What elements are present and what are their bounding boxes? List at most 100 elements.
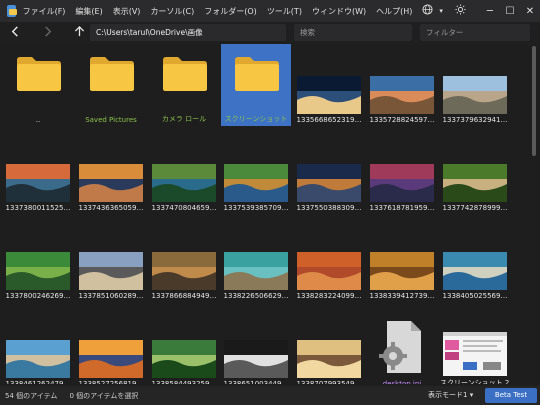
minimize-icon[interactable]: ─ <box>480 6 500 17</box>
image-thumbnail <box>370 76 434 114</box>
folder-icon <box>163 57 207 91</box>
item-label: 1337800246269… <box>5 292 71 300</box>
image-item[interactable]: 1338283224099… <box>294 220 364 302</box>
item-label: 1337436365059… <box>78 204 144 212</box>
status-bar: 54 個のアイテム 0 個のアイテムを選択 表示モード1 ▾ Beta Test <box>0 386 540 405</box>
globe-icon[interactable] <box>422 4 433 18</box>
chevron-down-icon[interactable]: ▾ <box>439 7 443 15</box>
image-item[interactable]: 1338339412739… <box>367 220 437 302</box>
image-thumbnail <box>224 252 288 290</box>
path-input[interactable]: C:\Users\tarul\OneDrive\画像 <box>90 24 286 41</box>
item-label: 1337866884949… <box>151 292 217 300</box>
image-item[interactable]: 1337436365059… <box>76 132 146 214</box>
image-thumbnail <box>79 340 143 378</box>
item-label: スクリーンショット 2… <box>440 379 510 384</box>
address-toolbar: C:\Users\tarul\OneDrive\画像 検索 フィルター <box>0 22 540 44</box>
folder-item[interactable]: カメラ ロール <box>149 44 219 126</box>
item-label: .. <box>35 116 41 124</box>
image-item[interactable]: 1337380011525… <box>3 132 73 214</box>
image-item[interactable]: 1337379632941… <box>440 44 510 126</box>
image-item[interactable]: 1338405025569… <box>440 220 510 302</box>
folder-icon <box>90 57 134 91</box>
item-label: 1337470804659… <box>151 204 217 212</box>
up-arrow-icon[interactable] <box>68 26 90 40</box>
image-thumbnail <box>297 76 361 114</box>
image-item[interactable]: 1337618781959… <box>367 132 437 214</box>
image-thumbnail <box>6 340 70 378</box>
screenshot-thumbnail <box>443 332 507 376</box>
item-label: 1337539385709… <box>223 204 289 212</box>
image-item[interactable]: スクリーンショット 2… <box>440 308 510 384</box>
image-item[interactable]: 1338707993549… <box>294 308 364 384</box>
item-label: 1338651003449… <box>223 380 289 384</box>
folder-item[interactable]: Saved Pictures <box>76 44 146 126</box>
image-thumbnail <box>443 252 507 290</box>
menu-cursor[interactable]: カーソル(C) <box>150 6 194 17</box>
image-item[interactable]: 1337866884949… <box>149 220 219 302</box>
image-item[interactable]: 1338461262479… <box>3 308 73 384</box>
item-label: 1337618781959… <box>369 204 435 212</box>
item-label: 1338283224099… <box>296 292 362 300</box>
sun-icon[interactable] <box>455 4 466 18</box>
folder-icon <box>17 57 61 91</box>
item-label: 1338527256819… <box>78 380 144 384</box>
image-thumbnail <box>152 164 216 202</box>
image-item[interactable]: 1337470804659… <box>149 132 219 214</box>
image-item[interactable]: 1338226506629… <box>221 220 291 302</box>
item-label: 1338339412739… <box>369 292 435 300</box>
view-mode-select[interactable]: 表示モード1 ▾ <box>428 390 473 400</box>
vertical-scrollbar[interactable] <box>531 44 537 386</box>
menu-view[interactable]: 表示(V) <box>113 6 141 17</box>
folder-item[interactable]: スクリーンショット <box>221 44 291 126</box>
beta-test-button[interactable]: Beta Test <box>485 388 537 403</box>
item-label: 1338226506629… <box>223 292 289 300</box>
image-item[interactable]: 1337539385709… <box>221 132 291 214</box>
image-item[interactable]: 1337851060289… <box>76 220 146 302</box>
menu-file[interactable]: ファイル(F) <box>23 6 66 17</box>
image-item[interactable]: 1337742878999… <box>440 132 510 214</box>
item-label: 1338461262479… <box>5 380 71 384</box>
item-label: 1335728824597… <box>369 116 435 124</box>
menu-window[interactable]: ウィンドウ(W) <box>312 6 366 17</box>
image-item[interactable]: 1338651003449… <box>221 308 291 384</box>
folder-item[interactable]: .. <box>3 44 73 126</box>
image-thumbnail <box>443 164 507 202</box>
image-item[interactable]: 1338584493259… <box>149 308 219 384</box>
image-thumbnail <box>152 252 216 290</box>
search-input[interactable]: 検索 <box>294 24 412 41</box>
file-manager-window: ファイル(F) 編集(E) 表示(V) カーソル(C) フォルダー(O) ツール… <box>0 0 540 405</box>
item-label: 1338405025569… <box>442 292 508 300</box>
maximize-icon[interactable]: ☐ <box>500 6 520 17</box>
image-thumbnail <box>224 164 288 202</box>
close-icon[interactable]: ✕ <box>520 6 540 17</box>
image-thumbnail <box>152 340 216 378</box>
menu-help[interactable]: ヘルプ(H) <box>376 6 412 17</box>
item-label: 1337851060289… <box>78 292 144 300</box>
menu-bar: ファイル(F) 編集(E) 表示(V) カーソル(C) フォルダー(O) ツール… <box>0 0 540 22</box>
image-item[interactable]: 1338527256819… <box>76 308 146 384</box>
image-thumbnail <box>370 252 434 290</box>
item-label: 1338584493259… <box>151 380 217 384</box>
image-item[interactable]: 1335668652319… <box>294 44 364 126</box>
image-thumbnail <box>6 252 70 290</box>
image-item[interactable]: 1337800246269… <box>3 220 73 302</box>
filter-input[interactable]: フィルター <box>420 24 530 41</box>
image-thumbnail <box>79 164 143 202</box>
item-label: 1337742878999… <box>442 204 508 212</box>
back-arrow-icon[interactable] <box>4 26 26 40</box>
menu-folder[interactable]: フォルダー(O) <box>204 6 257 17</box>
item-label: 1337380011525… <box>5 204 71 212</box>
image-item[interactable]: 1335728824597… <box>367 44 437 126</box>
image-thumbnail <box>297 340 361 378</box>
selection-count: 0 個のアイテムを選択 <box>69 391 139 400</box>
menu-tools[interactable]: ツール(T) <box>267 6 302 17</box>
image-thumbnail <box>79 252 143 290</box>
menu-edit[interactable]: 編集(E) <box>75 6 102 17</box>
scrollbar-thumb[interactable] <box>532 46 536 156</box>
file-item[interactable]: desktop.ini <box>367 308 437 384</box>
image-item[interactable]: 1337550388309… <box>294 132 364 214</box>
item-label: 1338707993549… <box>296 380 362 384</box>
forward-arrow-icon[interactable] <box>36 26 58 40</box>
item-label: カメラ ロール <box>161 115 207 123</box>
image-thumbnail <box>443 76 507 114</box>
